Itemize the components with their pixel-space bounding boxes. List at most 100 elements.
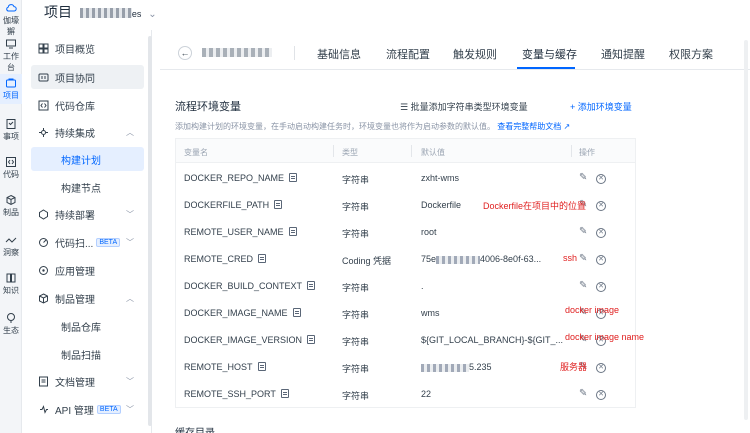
var-type: 字符串 <box>342 391 370 401</box>
value-suffix: 5.235 <box>469 362 492 372</box>
help-link[interactable]: 查看完整帮助文档 <box>497 122 561 131</box>
sidebar-item-artifact-repo[interactable]: 制品仓库 <box>31 314 144 338</box>
rail-item-knowledge[interactable]: 知识 <box>0 272 22 296</box>
doc-icon[interactable] <box>307 281 316 290</box>
var-type: 字符串 <box>342 229 370 239</box>
edit-icon[interactable]: ✎ <box>579 280 587 291</box>
var-value: ${GIT_LOCAL_BRANCH}-${GIT_... <box>421 335 564 345</box>
chevron-down-icon[interactable]: ⌄ <box>148 9 156 20</box>
rail-item-ecosystem[interactable]: 生态 <box>0 312 22 336</box>
rail-label: 知识 <box>3 286 19 295</box>
table-row: DOCKER_BUILD_CONTEXT 字符串 . ✎ ✕ <box>176 273 635 300</box>
rail-item-project[interactable]: 项目 <box>0 74 22 104</box>
main-scrollbar[interactable] <box>744 40 748 420</box>
back-arrow-icon[interactable]: ← <box>178 46 192 60</box>
var-type: 字符串 <box>342 283 370 293</box>
delete-icon[interactable]: ✕ <box>596 253 606 265</box>
sidebar-item-label: 构建节点 <box>61 183 101 195</box>
edit-icon[interactable]: ✎ <box>579 253 587 264</box>
sidebar-item-app[interactable]: 应用管理 <box>31 258 144 282</box>
sidebar-item-build-node[interactable]: 构建节点 <box>31 175 144 199</box>
divider <box>294 46 295 60</box>
var-name-text: REMOTE_USER_NAME <box>184 227 284 237</box>
delete-icon[interactable]: ✕ <box>596 388 606 400</box>
rail-label: 代码 <box>3 170 19 179</box>
delete-icon[interactable]: ✕ <box>596 172 606 184</box>
rail-label: 生态 <box>3 326 19 335</box>
doc-icon[interactable] <box>288 227 297 236</box>
delete-icon[interactable]: ✕ <box>596 199 606 211</box>
rail-label: 制品 <box>3 208 19 217</box>
table-row: DOCKER_REPO_NAME 字符串 zxht-wms ✎ ✕ <box>176 165 635 192</box>
batch-add-label: 批量添加字符串类型环境变量 <box>410 102 528 112</box>
rail-item-home[interactable]: 伽壕獬 <box>0 2 22 37</box>
description-text: 添加构建计划的环境变量，在手动启动构建任务时，环境变量也将作为启动参数的默认值。 <box>175 122 495 131</box>
rail-label: 伽壕獬 <box>3 16 19 36</box>
tab-permissions[interactable]: 权限方案 <box>669 46 713 62</box>
sidebar-item-api[interactable]: API 管理 BETA ﹀ <box>31 397 144 421</box>
rail-item-task[interactable]: 事项 <box>0 118 22 142</box>
app-icon <box>37 264 49 276</box>
edit-icon[interactable]: ✎ <box>579 388 587 399</box>
doc-icon[interactable] <box>307 335 316 344</box>
var-name-text: REMOTE_CRED <box>184 254 254 264</box>
sidebar-item-artifact-scan[interactable]: 制品扫描 <box>31 342 144 366</box>
add-variable-button[interactable]: + 添加环境变量 <box>570 100 632 113</box>
doc-icon[interactable] <box>280 389 289 398</box>
sidebar-item-label: 制品管理 <box>55 294 95 306</box>
sidebar-item-ci[interactable]: 持续集成 ︿ <box>31 120 144 144</box>
rail-label: 工作台 <box>3 52 19 72</box>
tab-trigger-rules[interactable]: 触发规则 <box>453 46 497 62</box>
var-name: REMOTE_USER_NAME <box>184 227 297 237</box>
var-name: DOCKER_REPO_NAME <box>184 173 298 183</box>
sidebar-item-artifact[interactable]: 制品管理 ︿ <box>31 286 144 310</box>
tab-variables-cache[interactable]: 变量与缓存 <box>522 46 577 62</box>
sidebar-item-label: 持续部署 <box>55 210 95 222</box>
sidebar-item-docs[interactable]: 文档管理 ﹀ <box>31 369 144 393</box>
rail-item-code[interactable]: 代码 <box>0 156 22 180</box>
sidebar-item-overview[interactable]: 项目概览 <box>31 36 144 60</box>
var-name: DOCKER_IMAGE_VERSION <box>184 335 316 345</box>
var-value: root <box>421 227 437 237</box>
sidebar-item-build-plan[interactable]: 构建计划 <box>31 147 144 171</box>
delete-icon[interactable]: ✕ <box>596 226 606 238</box>
doc-icon[interactable] <box>289 173 298 182</box>
app-root: 伽壕獬 工作台 项目 事项 代码 制品 洞察 知识 生态 项目 es ⌄ 项目概… <box>0 0 750 433</box>
sidebar-item-label: 文档管理 <box>55 377 95 389</box>
rail-label: 项目 <box>3 91 19 100</box>
value-prefix: 75e <box>421 254 437 264</box>
redacted-project-name <box>79 8 132 19</box>
var-name-text: DOCKERFILE_PATH <box>184 200 270 210</box>
var-value: zxht-wms <box>421 173 459 183</box>
redacted-plan-name <box>202 48 272 57</box>
batch-add-button[interactable]: ☰ 批量添加字符串类型环境变量 <box>400 100 528 113</box>
doc-icon[interactable] <box>257 362 266 371</box>
sidebar-scrollbar[interactable] <box>148 36 152 426</box>
doc-icon[interactable] <box>258 254 267 263</box>
delete-icon[interactable]: ✕ <box>596 280 606 292</box>
sidebar-item-collab[interactable]: 项目协同 <box>31 65 144 89</box>
rail-item-artifact[interactable]: 制品 <box>0 194 22 218</box>
sidebar-item-code-scan[interactable]: 代码扫... BETA ﹀ <box>31 230 144 254</box>
delete-icon[interactable]: ✕ <box>596 361 606 373</box>
rail-item-insight[interactable]: 洞察 <box>0 234 22 258</box>
tab-process-config[interactable]: 流程配置 <box>386 46 430 62</box>
doc-icon[interactable] <box>292 308 301 317</box>
rail-item-workbench[interactable]: 工作台 <box>0 38 22 73</box>
redacted-value <box>421 363 469 372</box>
external-link-icon[interactable]: ↗ <box>563 122 570 131</box>
project-icon <box>6 78 16 88</box>
edit-icon[interactable]: ✎ <box>579 172 587 183</box>
chevron-down-icon: ﹀ <box>126 404 134 414</box>
var-name-text: DOCKER_IMAGE_NAME <box>184 308 288 318</box>
tab-notifications[interactable]: 通知提醒 <box>601 46 645 62</box>
tab-basic-info[interactable]: 基础信息 <box>317 46 361 62</box>
sidebar-item-cd[interactable]: 持续部署 ﹀ <box>31 202 144 226</box>
doc-icon[interactable] <box>274 200 283 209</box>
list-icon: ☰ <box>400 102 409 112</box>
header-type: 类型 <box>342 148 358 157</box>
edit-icon[interactable]: ✎ <box>579 226 587 237</box>
sidebar-item-repo[interactable]: 代码仓库 <box>31 93 144 117</box>
breadcrumb[interactable]: 项目 es ⌄ <box>44 2 157 22</box>
sidebar-item-label: 项目概览 <box>55 44 95 56</box>
